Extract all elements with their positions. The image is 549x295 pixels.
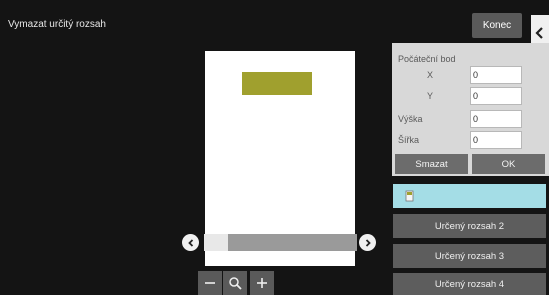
range-item-2[interactable]: Určený rozsah 2 [393,214,546,238]
height-label: Výška [398,114,423,124]
zoom-icon [229,277,242,290]
zoom-in-button[interactable] [250,271,274,295]
scrollbar-thumb[interactable] [204,234,228,251]
done-button[interactable]: Konec [472,13,522,38]
y-label: Y [427,91,434,101]
chevron-right-icon [365,238,371,247]
height-field[interactable] [470,110,522,128]
chevron-left-icon [187,238,193,247]
selected-area[interactable] [242,72,312,95]
range-item-1[interactable] [393,184,546,208]
width-field[interactable] [470,131,522,149]
clear-button[interactable]: Smazat [395,154,468,174]
x-label: X [427,70,434,80]
zoom-out-button[interactable] [198,271,222,295]
scroll-left-button[interactable] [182,234,199,251]
width-label: Šířka [398,135,420,145]
minus-icon [205,282,215,284]
start-point-label: Počáteční bod [398,54,456,64]
chevron-left-icon [535,27,543,39]
ok-button[interactable]: OK [472,154,545,174]
range-item-4[interactable]: Určený rozsah 4 [393,273,546,295]
range-item-3[interactable]: Určený rozsah 3 [393,244,546,268]
document-icon [405,190,414,202]
y-field[interactable] [470,87,522,105]
scroll-right-button[interactable] [359,234,376,251]
page-title: Vymazat určitý rozsah [8,19,106,30]
x-field[interactable] [470,66,522,84]
zoom-button[interactable] [223,271,247,295]
plus-icon [257,278,267,288]
